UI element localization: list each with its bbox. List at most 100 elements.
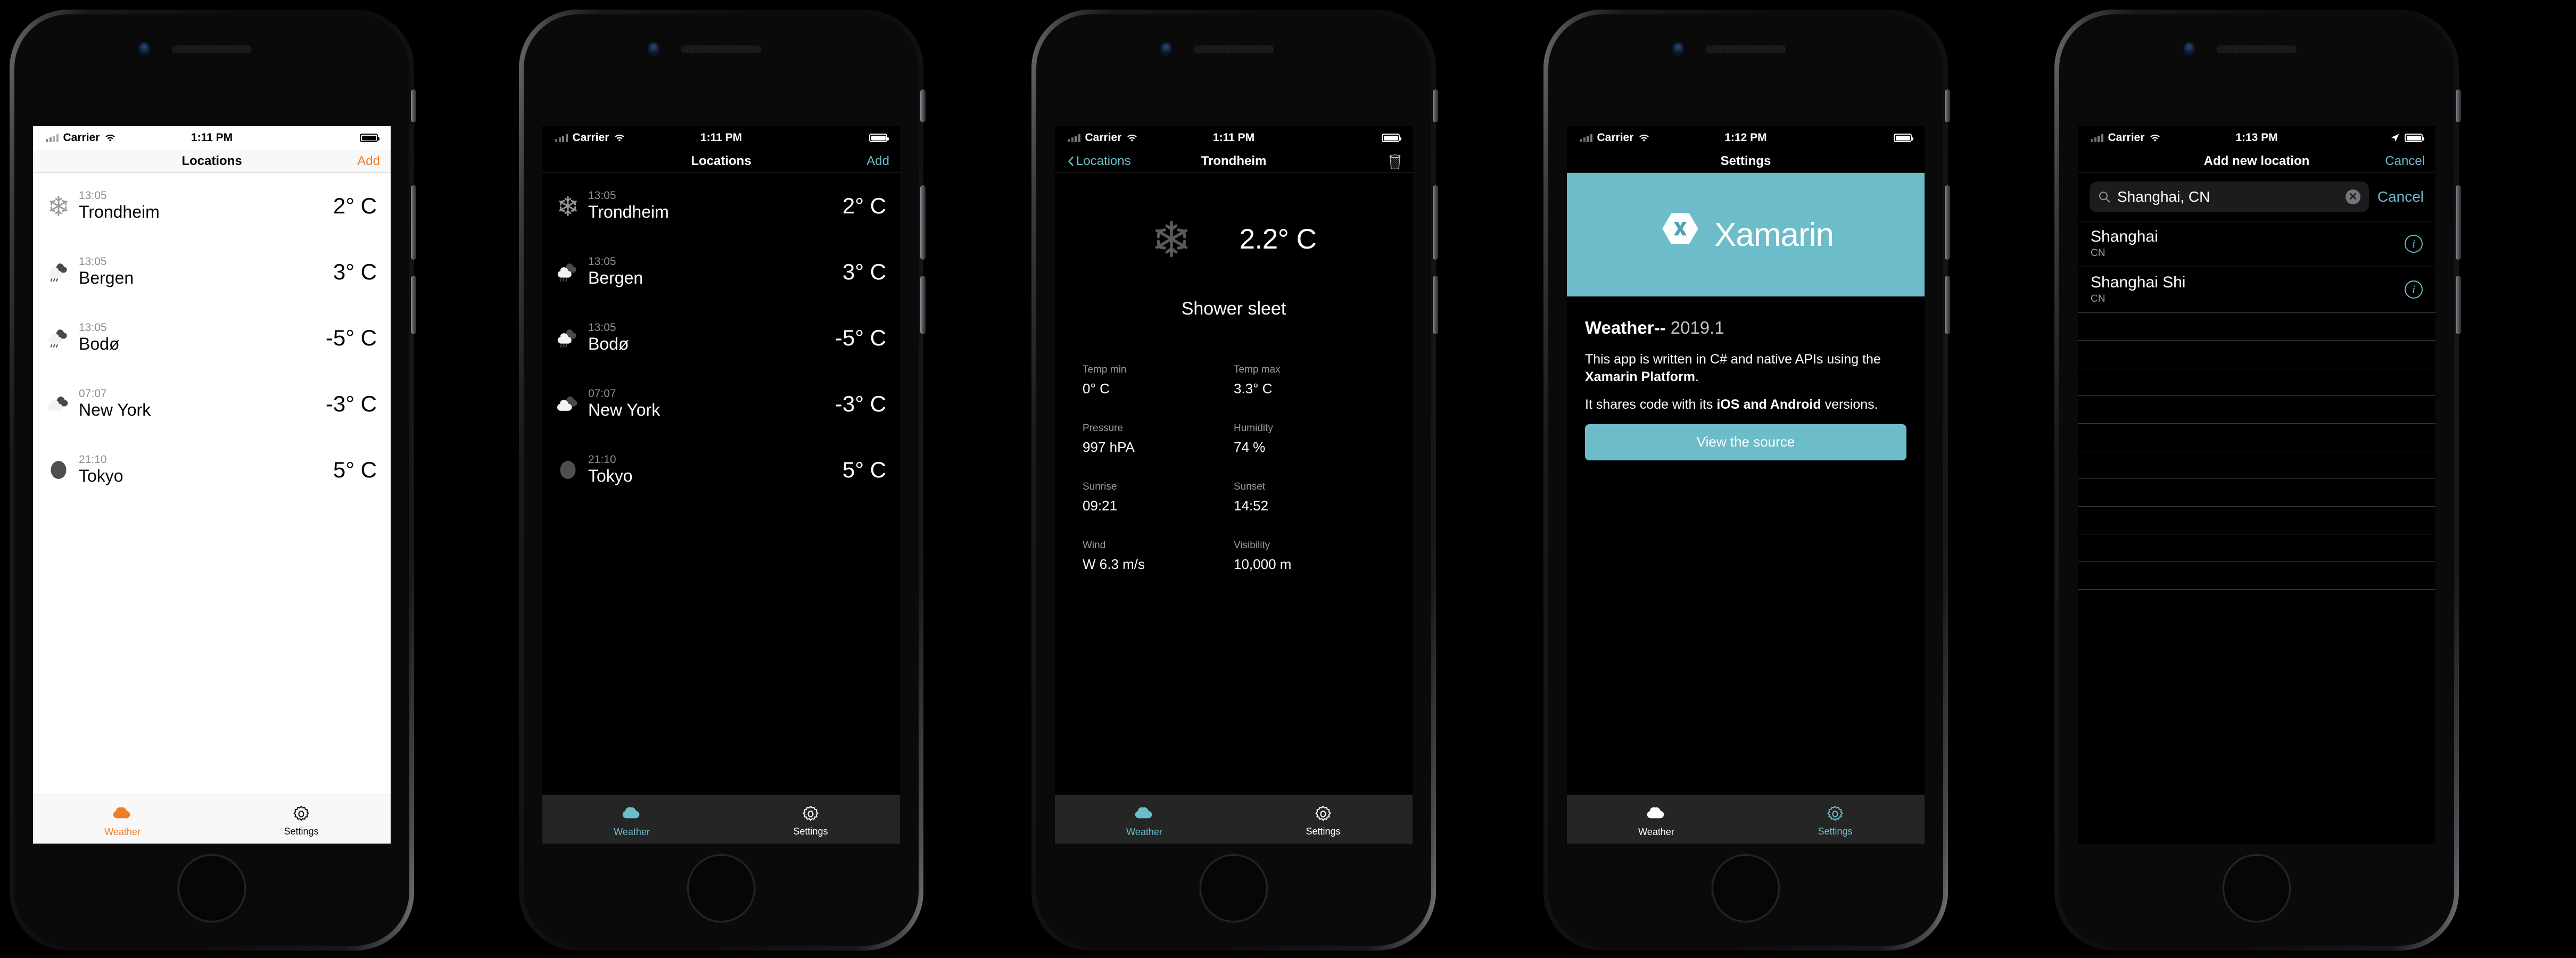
tab-settings[interactable]: Settings: [721, 795, 900, 844]
volume-button[interactable]: [411, 276, 416, 334]
battery-icon: [1382, 134, 1401, 142]
location-temperature: 2° C: [333, 193, 377, 218]
cancel-button[interactable]: Cancel: [2385, 154, 2425, 169]
phone-body: Carrier 1:11 PM Locations Add 13:05 Trondhe…: [524, 14, 919, 946]
trash-icon[interactable]: [1388, 153, 1402, 169]
mute-switch[interactable]: [1945, 89, 1950, 122]
result-row[interactable]: Shanghai CN i: [2078, 221, 2435, 267]
delete-button[interactable]: [1388, 153, 1402, 169]
location-row[interactable]: 13:05 Bergen 3° C: [542, 239, 900, 305]
mute-switch[interactable]: [2456, 89, 2461, 122]
info-circle-icon[interactable]: i: [2405, 234, 2423, 253]
mute-switch[interactable]: [1433, 89, 1438, 122]
location-row[interactable]: 07:07 New York -3° C: [33, 371, 391, 437]
cloudy-icon: [557, 393, 579, 415]
about-p1-c: .: [1695, 369, 1699, 384]
volume-button[interactable]: [2456, 185, 2461, 260]
result-row[interactable]: Shanghai Shi CN i: [2078, 267, 2435, 313]
status-bar: Carrier 1:11 PM: [33, 126, 391, 150]
view-source-button[interactable]: View the source: [1585, 424, 1906, 460]
signal-bars-icon: [555, 134, 568, 142]
empty-list-row: [2078, 424, 2435, 451]
cloud-icon[interactable]: [113, 805, 132, 824]
cloud-icon[interactable]: [622, 805, 641, 824]
location-row[interactable]: 13:05 Bergen 3° C: [33, 239, 391, 305]
phone-body: Carrier 1:12 PM Settings Xamarin Weather--…: [1548, 14, 1943, 946]
location-time: 13:05: [79, 255, 107, 268]
location-row[interactable]: 21:10 Tokyo 5° C: [542, 437, 900, 503]
result-country: CN: [2091, 247, 2106, 259]
gear-icon[interactable]: [1314, 805, 1332, 823]
tab-weather[interactable]: Weather: [1567, 795, 1746, 844]
back-button[interactable]: Locations: [1066, 154, 1131, 169]
home-button[interactable]: [178, 854, 246, 922]
location-weather-icon: [38, 195, 79, 217]
gear-icon[interactable]: [802, 805, 820, 823]
volume-button[interactable]: [920, 185, 926, 260]
carrier-label: Carrier: [63, 131, 100, 144]
home-button[interactable]: [1712, 854, 1780, 922]
mute-switch[interactable]: [920, 89, 926, 122]
tab-settings[interactable]: Settings: [1234, 795, 1413, 844]
empty-list-row: [2078, 368, 2435, 396]
battery-icon: [869, 134, 889, 142]
location-weather-icon: [548, 261, 588, 283]
volume-button[interactable]: [2456, 276, 2461, 334]
volume-button[interactable]: [1433, 276, 1438, 334]
location-temperature: 5° C: [333, 457, 377, 482]
phone-gallery: Carrier 1:11 PM Locations Add 13:05 Trondhe…: [0, 0, 2576, 958]
phone-3: Carrier 1:11 PM Locations Trondheim 2.2° C…: [1031, 10, 1438, 951]
add-button[interactable]: Add: [357, 154, 380, 169]
search-value: Shanghai, CN: [2117, 188, 2210, 205]
search-input[interactable]: Shanghai, CN ✕: [2090, 181, 2369, 212]
info-circle-icon[interactable]: i: [2405, 280, 2423, 299]
status-bar-right: [1894, 134, 1913, 142]
about-p1-a: This app is written in C# and native API…: [1585, 352, 1881, 367]
carrier-label: Carrier: [2108, 131, 2145, 144]
search-cancel-button[interactable]: Cancel: [2377, 188, 2424, 205]
location-row[interactable]: 13:05 Trondheim 2° C: [33, 173, 391, 239]
tab-weather[interactable]: Weather: [1055, 795, 1234, 844]
empty-list-row: [2078, 396, 2435, 424]
location-row[interactable]: 21:10 Tokyo 5° C: [33, 437, 391, 503]
location-weather-icon: [38, 393, 79, 415]
phone-2: Carrier 1:11 PM Locations Add 13:05 Trondhe…: [519, 10, 926, 951]
location-name: New York: [588, 400, 660, 420]
tab-weather[interactable]: Weather: [33, 795, 212, 844]
clear-circle-icon[interactable]: ✕: [2345, 189, 2360, 204]
result-name: Shanghai Shi: [2091, 273, 2186, 291]
location-temperature: -5° C: [835, 325, 886, 350]
tab-settings[interactable]: Settings: [1746, 795, 1925, 844]
metric-label: Sunrise: [1083, 481, 1117, 492]
locations-screen: Carrier 1:11 PM Locations Add 13:05 Trondhe…: [33, 126, 391, 844]
wifi-icon: [104, 133, 116, 143]
gear-icon[interactable]: [292, 805, 310, 823]
location-row[interactable]: 13:05 Trondheim 2° C: [542, 173, 900, 239]
tab-settings[interactable]: Settings: [212, 795, 391, 844]
phone-5: Carrier 1:13 PM Add new location Cancel Sh…: [2054, 10, 2461, 951]
home-button[interactable]: [2223, 854, 2291, 922]
location-row[interactable]: 13:05 Bodø -5° C: [33, 305, 391, 371]
cloud-icon[interactable]: [1647, 805, 1666, 824]
gear-icon[interactable]: [1826, 805, 1844, 823]
home-button[interactable]: [1200, 854, 1268, 922]
home-button[interactable]: [687, 854, 755, 922]
volume-button[interactable]: [1945, 276, 1950, 334]
volume-button[interactable]: [920, 276, 926, 334]
cloud-icon[interactable]: [1135, 805, 1154, 824]
location-time: 21:10: [79, 453, 107, 466]
volume-button[interactable]: [1433, 185, 1438, 260]
location-name: New York: [79, 400, 151, 420]
chevron-left-icon[interactable]: [1066, 156, 1076, 167]
tab-weather[interactable]: Weather: [542, 795, 721, 844]
snowflake-icon: [47, 195, 70, 217]
location-row[interactable]: 13:05 Bodø -5° C: [542, 305, 900, 371]
add-button[interactable]: Add: [866, 154, 889, 169]
location-name: Tokyo: [588, 466, 633, 486]
location-row[interactable]: 07:07 New York -3° C: [542, 371, 900, 437]
volume-button[interactable]: [411, 185, 416, 260]
earpiece-speaker: [171, 45, 252, 53]
volume-button[interactable]: [1945, 185, 1950, 260]
empty-list-row: [2078, 534, 2435, 562]
mute-switch[interactable]: [411, 89, 416, 122]
